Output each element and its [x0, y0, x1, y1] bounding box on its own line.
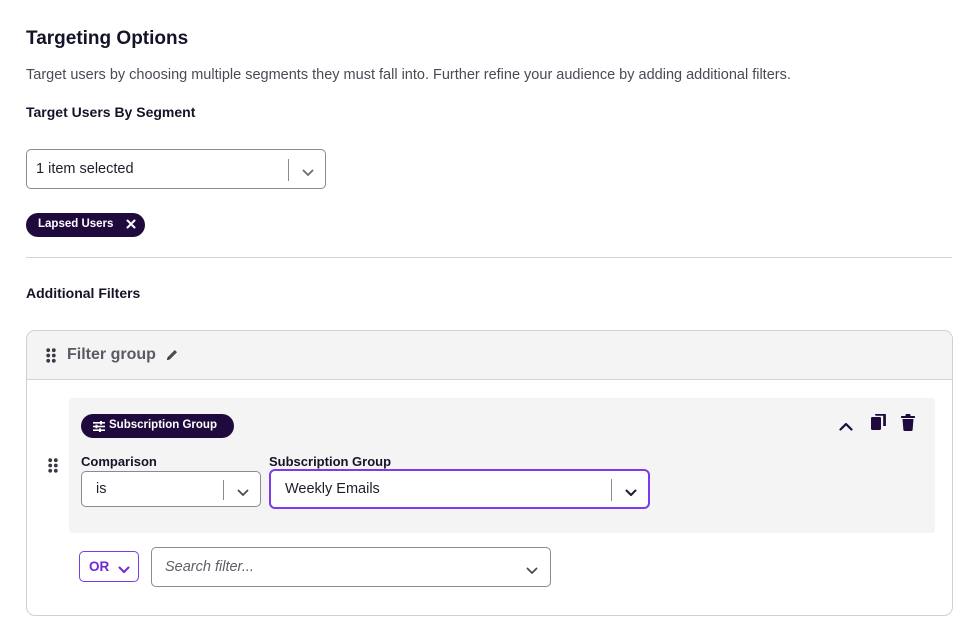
filter-group-name: Filter group — [67, 346, 156, 363]
filter-type-label: Subscription Group — [109, 419, 217, 431]
page-title: Targeting Options — [26, 28, 189, 49]
close-icon[interactable] — [126, 219, 136, 232]
comparison-value: is — [96, 481, 107, 497]
sliders-icon — [93, 421, 105, 435]
segment-tag: Lapsed Users — [26, 213, 145, 237]
search-filter[interactable] — [151, 547, 551, 587]
chevron-down-icon[interactable] — [526, 562, 538, 580]
subscription-group-label: Subscription Group — [269, 454, 392, 469]
comparison-label: Comparison — [81, 454, 157, 469]
chevron-down-icon[interactable] — [302, 164, 314, 182]
select-separator — [223, 480, 224, 500]
filter-group: Filter group Subscription Group Comparis… — [26, 330, 953, 616]
select-separator — [611, 479, 612, 501]
subscription-group-select[interactable]: Weekly Emails — [269, 469, 650, 509]
search-filter-input[interactable] — [165, 557, 505, 577]
chevron-up-icon[interactable] — [839, 418, 853, 436]
or-label: OR — [89, 559, 110, 574]
segment-tag-label: Lapsed Users — [38, 218, 114, 230]
grip-vertical-icon[interactable] — [48, 458, 58, 478]
filter-group-header: Filter group — [27, 331, 952, 380]
page-description: Target users by choosing multiple segmen… — [26, 67, 791, 83]
select-separator — [288, 159, 289, 181]
segment-select[interactable]: 1 item selected — [26, 149, 326, 189]
pencil-icon[interactable] — [165, 348, 179, 367]
subscription-group-value: Weekly Emails — [285, 481, 380, 497]
copy-icon[interactable] — [871, 413, 886, 436]
chevron-down-icon[interactable] — [237, 484, 249, 502]
or-combinator-button[interactable]: OR — [79, 551, 139, 582]
segment-label: Target Users By Segment — [26, 104, 196, 120]
trash-icon[interactable] — [901, 414, 915, 436]
segment-select-value: 1 item selected — [36, 161, 134, 177]
section-divider — [26, 257, 952, 258]
filter-actions — [839, 413, 923, 436]
additional-filters-label: Additional Filters — [26, 285, 141, 301]
grip-vertical-icon[interactable] — [46, 348, 56, 368]
filter-type-badge: Subscription Group — [81, 414, 234, 438]
chevron-down-icon[interactable] — [625, 484, 637, 502]
comparison-select[interactable]: is — [81, 471, 261, 507]
chevron-down-icon — [118, 562, 130, 577]
filter-card: Subscription Group Comparison Subscripti… — [69, 398, 935, 533]
